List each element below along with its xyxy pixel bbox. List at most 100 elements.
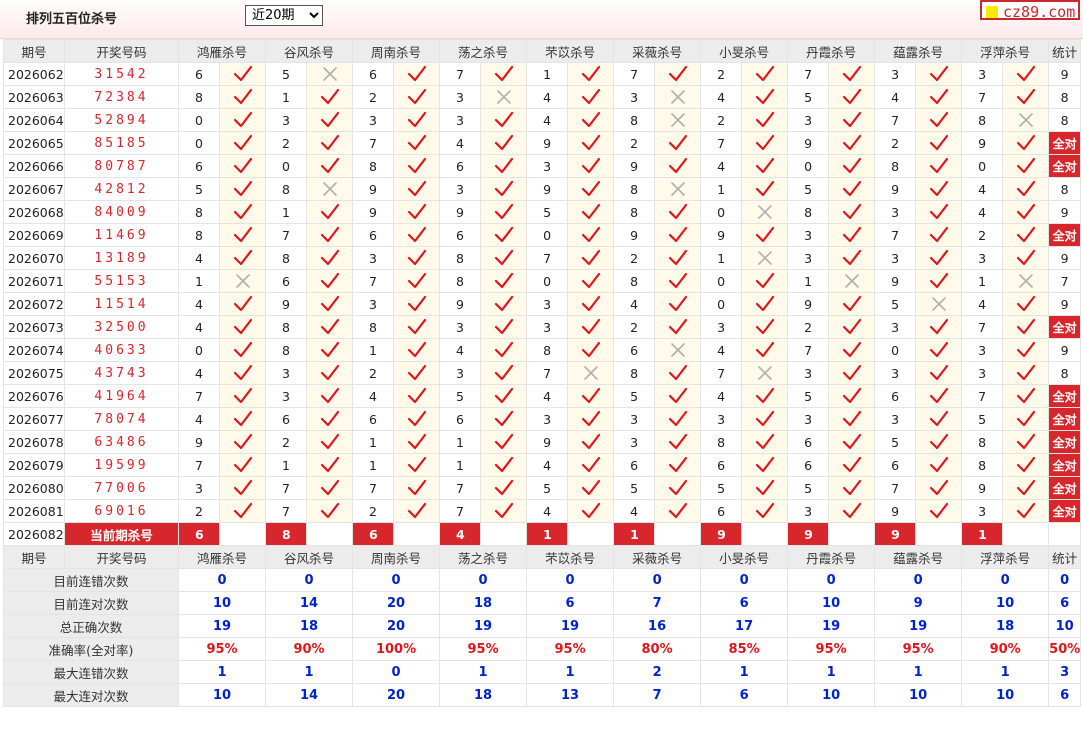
kill-result-cell: [1002, 108, 1050, 132]
kill-result-cell: [393, 154, 441, 178]
check-icon: [668, 387, 687, 404]
kill-number-cell: 5: [613, 476, 656, 500]
check-icon: [233, 387, 252, 404]
check-icon: [581, 203, 600, 220]
check-icon: [755, 295, 774, 312]
stat-cell: 8: [1048, 85, 1082, 109]
check-icon: [668, 203, 687, 220]
issue-cell: 2026069: [3, 223, 65, 247]
kill-number-cell: 6: [265, 407, 308, 431]
kill-number-cell: 5: [961, 407, 1004, 431]
check-icon: [233, 295, 252, 312]
draw-number-cell: 69016: [64, 499, 179, 523]
kill-result-cell: [306, 131, 354, 155]
current-kill-number: 1: [961, 522, 1004, 546]
kill-result-cell: [828, 177, 876, 201]
current-kill-blank: [828, 522, 876, 546]
kill-result-cell: [828, 246, 876, 270]
kill-result-cell: [741, 223, 789, 247]
check-icon: [755, 134, 774, 151]
kill-result-cell: [393, 200, 441, 224]
table-row: 2026079 19599 7 1 1 1 4 6 6 6 6 8 全对: [3, 453, 1082, 477]
kill-number-cell: 4: [613, 292, 656, 316]
issue-cell: 2026078: [3, 430, 65, 454]
current-kill-blank: [741, 522, 789, 546]
check-icon: [494, 364, 513, 381]
col-header-expert: 鸿雁杀号: [177, 39, 267, 63]
draw-number-cell: 11514: [64, 292, 179, 316]
kill-result-cell: [218, 338, 267, 362]
kill-result-cell: [741, 131, 789, 155]
kill-number-cell: 2: [352, 361, 395, 385]
check-icon: [929, 249, 948, 266]
summary-value: 17: [700, 614, 789, 638]
draw-number-cell: 19599: [64, 453, 179, 477]
kill-number-cell: 7: [700, 361, 743, 385]
kill-result-cell: [654, 453, 702, 477]
kill-result-cell: [218, 108, 267, 132]
summary-value: 2: [613, 660, 702, 684]
cross-icon: [844, 274, 859, 288]
kill-number-cell: 4: [613, 499, 656, 523]
stat-cell: 8: [1048, 108, 1082, 132]
kill-result-cell: [1002, 430, 1050, 454]
summary-value: 90%: [265, 637, 354, 661]
check-icon: [494, 387, 513, 404]
kill-result-cell: [915, 131, 963, 155]
summary-value: 19: [787, 614, 876, 638]
kill-number-cell: 8: [961, 108, 1004, 132]
check-icon: [581, 387, 600, 404]
table-row: 2026066 80787 6 0 8 6 3 9 4 0 8 0 全对: [3, 154, 1082, 178]
check-icon: [320, 456, 339, 473]
kill-number-cell: 6: [874, 453, 917, 477]
cross-icon: [1018, 113, 1033, 127]
kill-result-cell: [654, 177, 702, 201]
col-header-expert: 芣苡杀号: [526, 545, 615, 569]
check-icon: [407, 318, 426, 335]
summary-value: 0: [787, 568, 876, 592]
period-select[interactable]: 近20期: [245, 5, 323, 26]
site-logo[interactable]: cz89.com: [980, 0, 1080, 21]
kill-number-cell: 1: [439, 430, 482, 454]
stat-cell: 全对: [1048, 131, 1082, 155]
cross-icon: [670, 343, 685, 357]
current-label-cell: 当前期杀号: [64, 522, 179, 546]
kill-result-cell: [915, 361, 963, 385]
kill-number-cell: 0: [700, 269, 743, 293]
kill-result-cell: [393, 177, 441, 201]
kill-result-cell: [828, 223, 876, 247]
kill-result-cell: [1002, 177, 1050, 201]
summary-value: 0: [613, 568, 702, 592]
check-icon: [755, 157, 774, 174]
summary-label: 目前连对次数: [3, 591, 179, 615]
kill-number-cell: 0: [178, 108, 220, 132]
kill-result-cell: [480, 62, 528, 86]
cross-icon: [1018, 274, 1033, 288]
draw-number-cell: 43743: [64, 361, 179, 385]
kill-result-cell: [567, 338, 615, 362]
draw-number-cell: 40633: [64, 338, 179, 362]
kill-result-cell: [828, 85, 876, 109]
check-icon: [581, 157, 600, 174]
kill-number-cell: 2: [961, 223, 1004, 247]
kill-result-cell: [1002, 269, 1050, 293]
stat-cell: 9: [1048, 200, 1082, 224]
check-icon: [842, 157, 861, 174]
col-header-expert: 蕴露杀号: [874, 545, 963, 569]
kill-number-cell: 4: [526, 85, 569, 109]
check-icon: [581, 433, 600, 450]
kill-result-cell: [480, 246, 528, 270]
kill-result-cell: [654, 476, 702, 500]
kill-result-cell: [915, 430, 963, 454]
kill-number-cell: 8: [265, 177, 308, 201]
stat-cell: 全对: [1048, 407, 1082, 431]
summary-value: 6: [1048, 591, 1082, 615]
kill-number-cell: 7: [700, 131, 743, 155]
kill-result-cell: [741, 108, 789, 132]
kill-number-cell: 3: [526, 315, 569, 339]
kill-number-cell: 8: [352, 154, 395, 178]
kill-result-cell: [567, 108, 615, 132]
summary-value: 90%: [961, 637, 1050, 661]
check-icon: [581, 502, 600, 519]
summary-value: 0: [961, 568, 1050, 592]
